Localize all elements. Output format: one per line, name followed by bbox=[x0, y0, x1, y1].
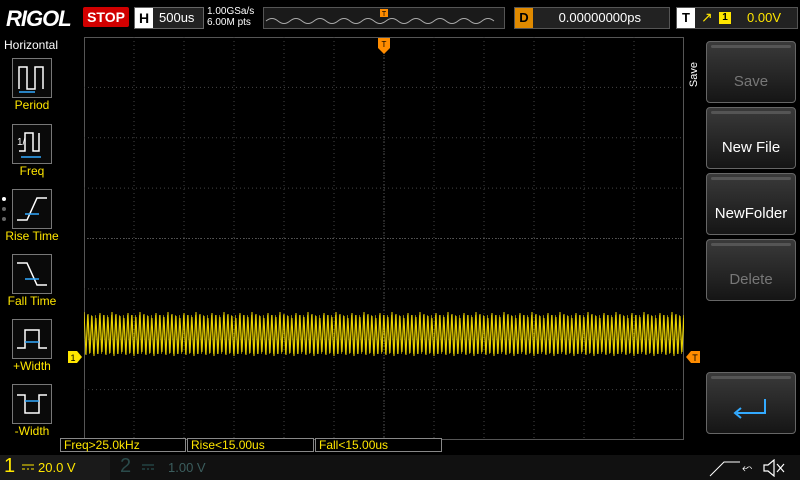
usb-icon: ⬿ bbox=[742, 460, 753, 475]
new-folder-button-label: NewFolder bbox=[714, 205, 788, 222]
rise-time-label: Rise Time bbox=[5, 229, 59, 243]
trigger-display[interactable]: T ↗ 1 0.00V bbox=[676, 7, 798, 29]
delay-value: 0.00000000ps bbox=[558, 10, 641, 25]
period-icon bbox=[18, 66, 44, 93]
save-button[interactable]: Save bbox=[706, 41, 796, 103]
period-label: Period bbox=[14, 98, 50, 112]
trigger-label: T bbox=[677, 8, 695, 28]
negative-width-icon bbox=[17, 394, 47, 414]
waveform-display[interactable] bbox=[84, 37, 684, 440]
svg-text:T: T bbox=[382, 11, 387, 18]
trigger-level: 0.00V bbox=[747, 10, 781, 25]
negative-width-label: -Width bbox=[14, 424, 50, 438]
trigger-position-marker[interactable]: T bbox=[378, 38, 390, 56]
positive-width-label: +Width bbox=[13, 359, 51, 373]
left-menu-title: Horizontal bbox=[3, 38, 59, 52]
freq-label: Freq bbox=[19, 164, 45, 178]
svg-text:1/: 1/ bbox=[17, 137, 26, 148]
measurement-fall-time: Fall<15.00us bbox=[315, 438, 442, 452]
channel2-coupling-icon bbox=[142, 464, 154, 470]
new-file-button[interactable]: New File bbox=[706, 107, 796, 169]
channel2-scale: 1.00 V bbox=[168, 460, 206, 475]
save-button-label: Save bbox=[733, 73, 769, 90]
memory-depth: 6.00M pts bbox=[207, 17, 251, 28]
timebase-value: 500us bbox=[159, 10, 195, 25]
return-button[interactable] bbox=[706, 372, 796, 434]
positive-width-icon bbox=[17, 329, 47, 349]
delay-display[interactable]: D 0.00000000ps bbox=[514, 7, 670, 29]
svg-text:T: T bbox=[692, 353, 698, 363]
svg-text:T: T bbox=[382, 40, 387, 49]
horizontal-label: H bbox=[135, 8, 153, 28]
channel1-offset-marker[interactable]: 1 bbox=[68, 351, 82, 363]
delay-label: D bbox=[515, 8, 533, 28]
rising-edge-icon: ↗ bbox=[701, 9, 713, 25]
acquisition-info: 1.00GSa/s 6.00M pts bbox=[207, 6, 254, 28]
page-dots bbox=[2, 197, 6, 227]
timeline-waveform-icon: T bbox=[265, 9, 495, 24]
fall-time-icon bbox=[17, 262, 47, 286]
new-file-button-label: New File bbox=[721, 139, 781, 156]
freq-button[interactable]: 1/ bbox=[12, 124, 52, 164]
run-stop-indicator[interactable]: STOP bbox=[83, 7, 129, 27]
new-folder-button[interactable]: NewFolder bbox=[706, 173, 796, 235]
fall-time-label: Fall Time bbox=[7, 294, 57, 308]
negative-width-button[interactable] bbox=[12, 384, 52, 424]
trigger-source: 1 bbox=[719, 12, 731, 24]
trigger-level-marker[interactable]: T bbox=[686, 351, 700, 363]
menu-corner-icon bbox=[709, 461, 740, 477]
horizontal-timebase[interactable]: H 500us bbox=[134, 7, 204, 29]
dc-coupling-icon bbox=[22, 464, 34, 470]
measurement-frequency: Freq>25.0kHz bbox=[60, 438, 186, 452]
rise-time-icon bbox=[17, 197, 47, 221]
period-button[interactable] bbox=[12, 58, 52, 98]
delete-button[interactable]: Delete bbox=[706, 239, 796, 301]
rigol-logo: RIGOL bbox=[6, 6, 72, 31]
channel1-scale: 20.0 V bbox=[38, 460, 76, 475]
memory-timeline[interactable]: T bbox=[263, 7, 505, 29]
fall-time-button[interactable] bbox=[12, 254, 52, 294]
svg-text:1: 1 bbox=[70, 353, 75, 363]
positive-width-button[interactable] bbox=[12, 319, 52, 359]
right-menu-title: Save bbox=[688, 62, 700, 88]
rise-time-button[interactable] bbox=[12, 189, 52, 229]
channel1-number: 1 bbox=[4, 455, 16, 477]
channel2-number[interactable]: 2 bbox=[120, 455, 131, 478]
delete-button-label: Delete bbox=[729, 271, 773, 288]
return-arrow-icon bbox=[733, 399, 766, 419]
measurement-rise-time: Rise<15.00us bbox=[187, 438, 314, 452]
sound-muted-icon[interactable] bbox=[762, 459, 786, 477]
frequency-icon: 1/ bbox=[17, 132, 41, 158]
sample-rate: 1.00GSa/s bbox=[207, 6, 255, 17]
